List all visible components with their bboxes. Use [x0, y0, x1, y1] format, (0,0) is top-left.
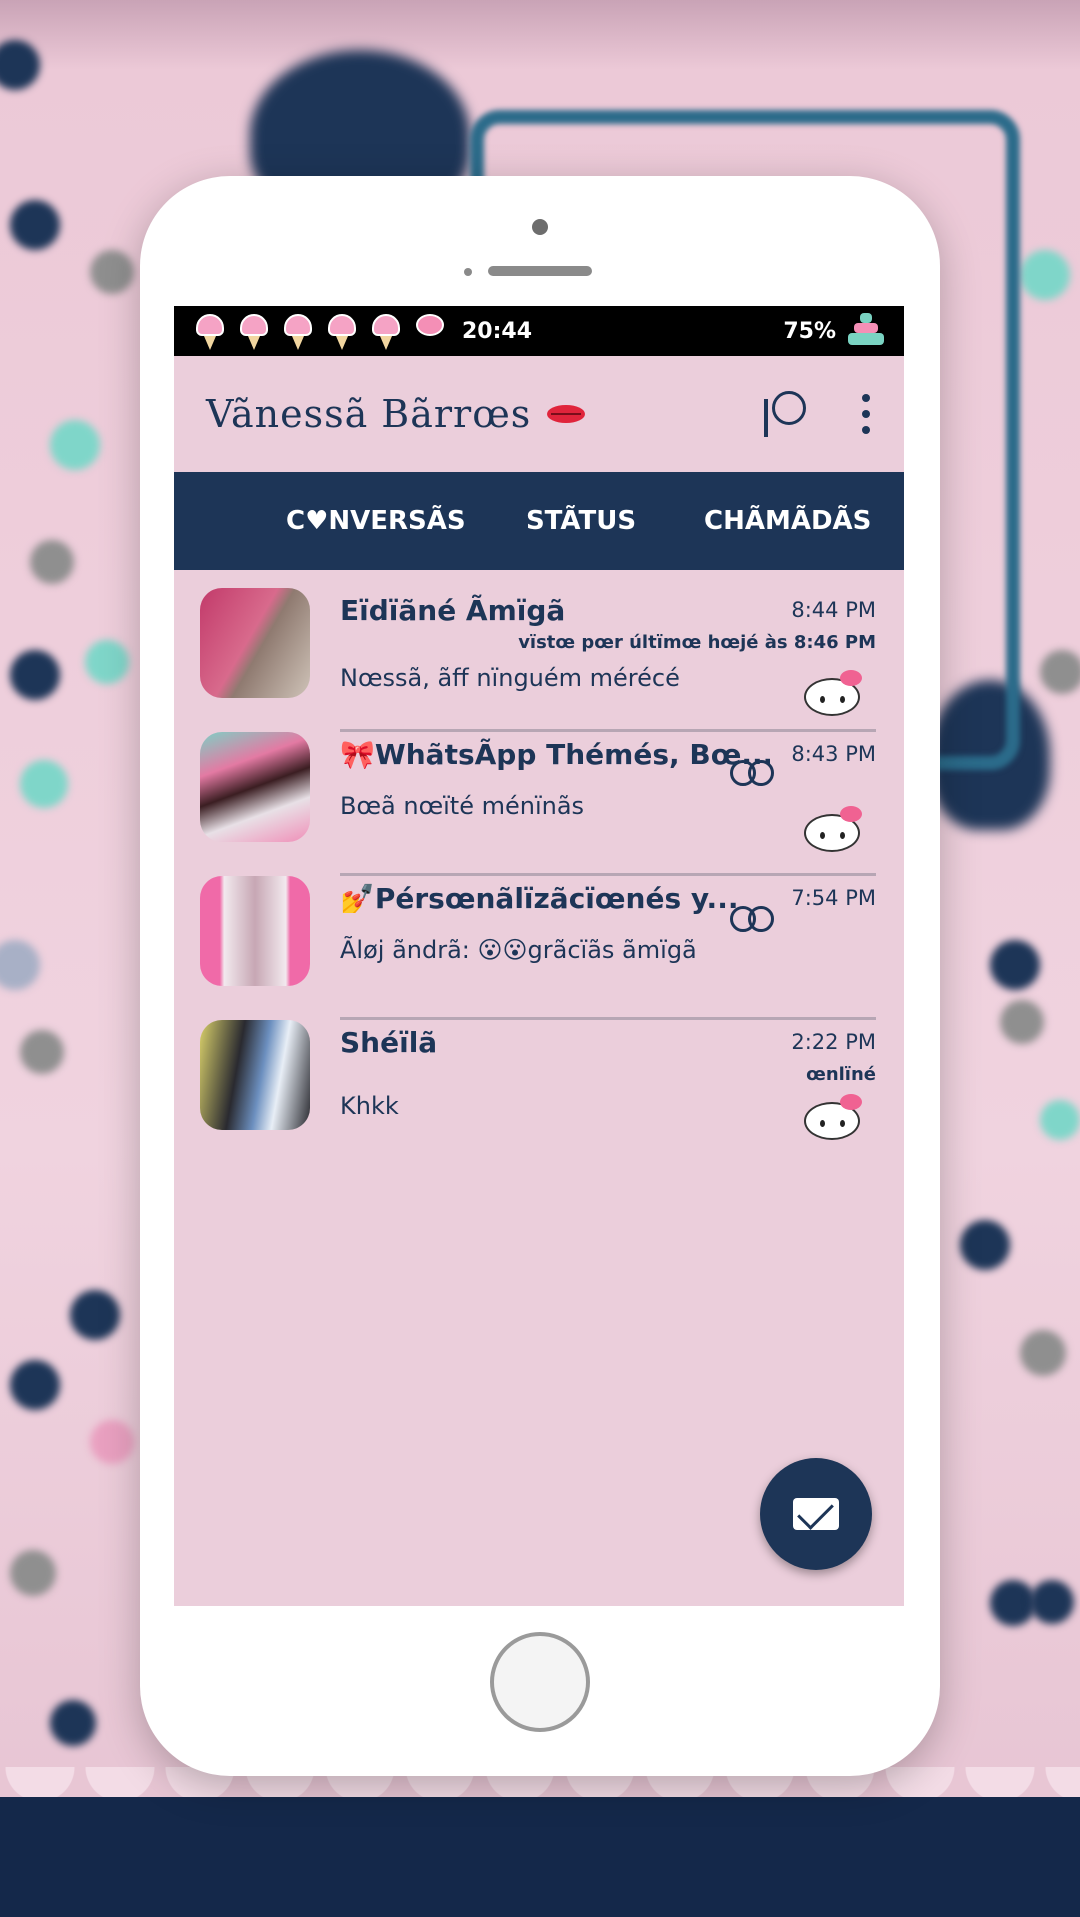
chat-row[interactable]: Shéïlã 2:22 PM œnlïné Khkk: [174, 1020, 904, 1164]
lollipop-icon: [412, 312, 448, 350]
more-options-icon[interactable]: [860, 394, 872, 434]
ice-cream-icon: [236, 312, 272, 350]
group-name: 💅Pérsœnãlïzãcïœnés y...: [340, 882, 739, 915]
last-seen: vïstœ pœr últïmœ hœjé às 8:46 PM: [518, 632, 876, 653]
status-time: 20:44: [462, 318, 533, 344]
contact-avatar[interactable]: [200, 1020, 310, 1130]
hello-kitty-icon: [800, 806, 864, 852]
app-title: Vãnessã Bãrrœs: [206, 392, 532, 436]
message-time: 8:43 PM: [791, 742, 876, 766]
group-avatar[interactable]: [200, 732, 310, 842]
tab-status[interactable]: STÃTUS: [506, 506, 656, 536]
ice-cream-icon: [280, 312, 316, 350]
chat-row[interactable]: Eïdïãné Ãmïgã 8:44 PM vïstœ pœr últïmœ h…: [174, 588, 904, 732]
last-message: Ãløj ãndrã: 😮😮grãcïãs ãmïgã: [340, 936, 697, 964]
online-status: œnlïné: [806, 1064, 876, 1085]
message-time: 8:44 PM: [791, 598, 876, 622]
message-time: 2:22 PM: [791, 1030, 876, 1054]
notification-icons: [192, 312, 448, 350]
cherry-icon: [730, 742, 774, 786]
sensor: [464, 268, 472, 276]
phone-screen: 20:44 75% Vãnessã Bãrrœs C♥NVERSÃS STÃTU…: [174, 306, 904, 1606]
ice-cream-icon: [368, 312, 404, 350]
earpiece-speaker: [488, 266, 592, 276]
battery-level: 75%: [783, 318, 836, 344]
hello-kitty-icon: [800, 1094, 864, 1140]
contact-avatar[interactable]: [200, 588, 310, 698]
camera-icon[interactable]: [762, 389, 810, 439]
chat-row[interactable]: 💅Pérsœnãlïzãcïœnés y... 7:54 PM Ãløj ãnd…: [174, 876, 904, 1020]
cake-battery-icon: [846, 311, 886, 351]
group-avatar[interactable]: [200, 876, 310, 986]
message-time: 7:54 PM: [791, 886, 876, 910]
contact-name: Eïdïãné Ãmïgã: [340, 594, 566, 627]
lips-icon: [547, 401, 586, 427]
last-message: Nœssã, ãff nïnguém mérécé: [340, 664, 680, 692]
status-bar: 20:44 75%: [174, 306, 904, 356]
last-message: Bœã nœïté ménïnãs: [340, 792, 585, 820]
ice-cream-icon: [192, 312, 228, 350]
chat-list: Eïdïãné Ãmïgã 8:44 PM vïstœ pœr últïmœ h…: [174, 570, 904, 1164]
new-chat-button[interactable]: [760, 1458, 872, 1570]
ice-cream-icon: [324, 312, 360, 350]
app-bar: Vãnessã Bãrrœs: [174, 356, 904, 472]
group-name: 🎀WhãtsÃpp Thémés, Bœ...: [340, 738, 770, 771]
tab-bar: C♥NVERSÃS STÃTUS CHÃMÃDÃS: [174, 472, 904, 570]
front-camera: [532, 219, 548, 235]
last-message: Khkk: [340, 1092, 399, 1120]
tab-conversas[interactable]: C♥NVERSÃS: [286, 506, 466, 536]
home-button[interactable]: [490, 1632, 590, 1732]
envelope-heart-icon: [793, 1498, 839, 1530]
tab-chamadas[interactable]: CHÃMÃDÃS: [704, 506, 871, 536]
chat-row[interactable]: 🎀WhãtsÃpp Thémés, Bœ... 8:43 PM Bœã nœït…: [174, 732, 904, 876]
contact-name: Shéïlã: [340, 1026, 438, 1059]
hello-kitty-icon: [800, 670, 864, 716]
cherry-icon: [730, 888, 774, 932]
